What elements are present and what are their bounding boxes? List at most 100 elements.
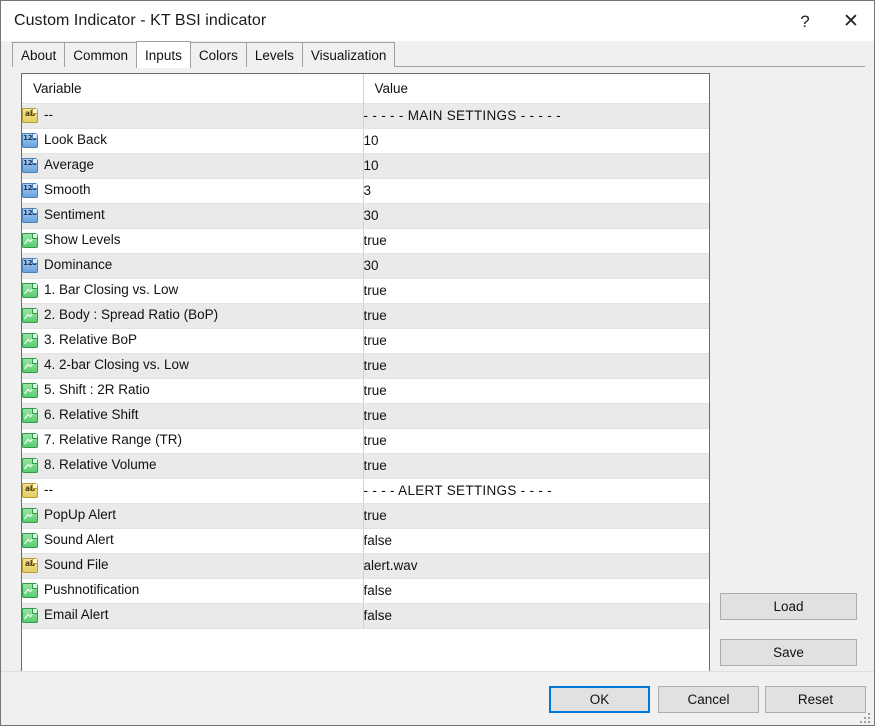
value-cell[interactable]: - - - - ALERT SETTINGS - - - -: [362, 477, 709, 504]
variable-cell: 123 Smooth: [22, 177, 363, 204]
ok-button[interactable]: OK: [549, 686, 650, 713]
variable-cell: Show Levels: [22, 227, 363, 254]
value-cell[interactable]: true: [362, 352, 709, 379]
variable-cell: PopUp Alert: [22, 502, 363, 529]
string-type-icon: ab: [22, 483, 38, 498]
table-row[interactable]: 123 Look Back 10: [22, 127, 709, 154]
variable-label: PopUp Alert: [44, 507, 117, 523]
close-icon: ✕: [843, 10, 859, 32]
load-button[interactable]: Load: [720, 593, 857, 620]
table-row[interactable]: 123 Average 10: [22, 152, 709, 179]
value-text: true: [363, 432, 387, 448]
variable-cell: 123 Average: [22, 152, 363, 179]
table-row[interactable]: Email Alert false: [22, 602, 709, 629]
tab-inputs[interactable]: Inputs: [136, 41, 191, 68]
value-cell[interactable]: 10: [362, 127, 709, 154]
boolean-type-icon: [22, 458, 38, 473]
value-cell[interactable]: true: [362, 427, 709, 454]
variable-cell-content: 1. Bar Closing vs. Low: [22, 283, 363, 298]
table-row[interactable]: 2. Body : Spread Ratio (BoP) true: [22, 302, 709, 329]
table-row[interactable]: 5. Shift : 2R Ratio true: [22, 377, 709, 404]
variable-label: Sound Alert: [44, 532, 114, 548]
variable-cell-content: 2. Body : Spread Ratio (BoP): [22, 308, 363, 323]
table-row[interactable]: 1. Bar Closing vs. Low true: [22, 277, 709, 304]
column-header-variable: Variable: [22, 74, 363, 103]
table-row[interactable]: 8. Relative Volume true: [22, 452, 709, 479]
table-row[interactable]: ab -- - - - - - MAIN SETTINGS - - - - -: [22, 102, 709, 129]
variable-label: Smooth: [44, 182, 91, 198]
variable-label: 7. Relative Range (TR): [44, 432, 183, 448]
table-row[interactable]: 123 Sentiment 30: [22, 202, 709, 229]
tab-label: Colors: [198, 47, 238, 63]
value-text: 10: [363, 132, 379, 148]
custom-indicator-dialog: Custom Indicator - KT BSI indicator ? ✕ …: [0, 0, 875, 726]
grip-dot: [868, 717, 870, 719]
save-button[interactable]: Save: [720, 639, 857, 666]
value-cell[interactable]: - - - - - MAIN SETTINGS - - - - -: [362, 102, 709, 129]
table-row[interactable]: ab -- - - - - ALERT SETTINGS - - - -: [22, 477, 709, 504]
variable-label: Show Levels: [44, 232, 121, 248]
value-text: false: [363, 582, 393, 598]
title-bar: Custom Indicator - KT BSI indicator ? ✕: [1, 1, 874, 41]
value-cell[interactable]: false: [362, 602, 709, 629]
tab-label: Inputs: [145, 47, 182, 63]
value-text: true: [363, 507, 387, 523]
tab-about[interactable]: About: [12, 42, 66, 67]
boolean-type-icon: [22, 233, 38, 248]
value-text: true: [363, 407, 387, 423]
boolean-type-icon: [22, 408, 38, 423]
tab-label: Common: [73, 47, 129, 63]
value-cell[interactable]: true: [362, 452, 709, 479]
value-cell[interactable]: false: [362, 577, 709, 604]
table-row[interactable]: Pushnotification false: [22, 577, 709, 604]
table-row[interactable]: PopUp Alert true: [22, 502, 709, 529]
close-button[interactable]: ✕: [828, 1, 874, 41]
resize-grip[interactable]: [860, 711, 872, 723]
value-cell[interactable]: alert.wav: [362, 552, 709, 579]
variable-cell: 4. 2-bar Closing vs. Low: [22, 352, 363, 379]
table-row[interactable]: ab Sound File alert.wav: [22, 552, 709, 579]
table-row[interactable]: Show Levels true: [22, 227, 709, 254]
tab-label: About: [21, 47, 57, 63]
variable-cell-content: Pushnotification: [22, 583, 363, 598]
value-cell[interactable]: true: [362, 502, 709, 529]
variable-cell-content: Sound Alert: [22, 533, 363, 548]
inputs-table: Variable Value ab -- - - - - - MAIN SETTIN…: [22, 74, 709, 629]
table-row[interactable]: 6. Relative Shift true: [22, 402, 709, 429]
table-row[interactable]: 3. Relative BoP true: [22, 327, 709, 354]
value-cell[interactable]: true: [362, 277, 709, 304]
value-cell[interactable]: 3: [362, 177, 709, 204]
variable-cell: 6. Relative Shift: [22, 402, 363, 429]
variable-label: Dominance: [44, 257, 113, 273]
table-row[interactable]: 123 Smooth 3: [22, 177, 709, 204]
tab-common[interactable]: Common: [64, 42, 138, 67]
table-row[interactable]: 4. 2-bar Closing vs. Low true: [22, 352, 709, 379]
value-cell[interactable]: true: [362, 402, 709, 429]
variable-cell: ab --: [22, 477, 363, 504]
tab-colors[interactable]: Colors: [189, 42, 247, 67]
integer-type-icon: 123: [22, 133, 38, 148]
value-cell[interactable]: 30: [362, 202, 709, 229]
value-cell[interactable]: 10: [362, 152, 709, 179]
value-cell[interactable]: true: [362, 377, 709, 404]
value-cell[interactable]: true: [362, 227, 709, 254]
table-row[interactable]: 123 Dominance 30: [22, 252, 709, 279]
table-row[interactable]: 7. Relative Range (TR) true: [22, 427, 709, 454]
variable-label: Average: [44, 157, 95, 173]
reset-button[interactable]: Reset: [765, 686, 866, 713]
value-text: false: [363, 607, 393, 623]
value-cell[interactable]: 30: [362, 252, 709, 279]
value-cell[interactable]: false: [362, 527, 709, 554]
table-row[interactable]: Sound Alert false: [22, 527, 709, 554]
value-text: true: [363, 382, 387, 398]
value-cell[interactable]: true: [362, 327, 709, 354]
help-button[interactable]: ?: [782, 1, 828, 41]
boolean-type-icon: [22, 308, 38, 323]
grip-dot: [868, 721, 870, 723]
tab-levels[interactable]: Levels: [245, 42, 303, 67]
inputs-table-panel: Variable Value ab -- - - - - - MAIN SETTIN…: [21, 73, 710, 675]
tab-visualization[interactable]: Visualization: [301, 42, 396, 67]
cancel-button[interactable]: Cancel: [658, 686, 759, 713]
value-cell[interactable]: true: [362, 302, 709, 329]
column-header-value: Value: [362, 74, 709, 103]
